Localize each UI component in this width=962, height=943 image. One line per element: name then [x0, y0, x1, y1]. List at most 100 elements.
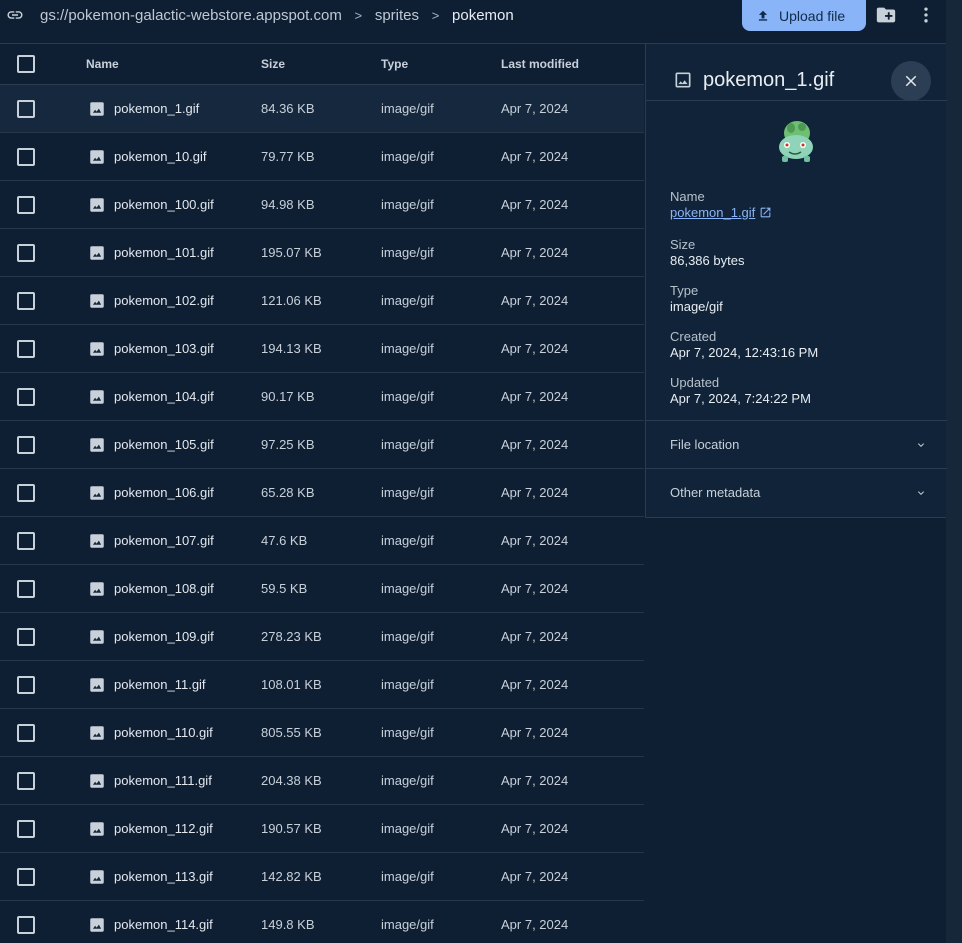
table-row[interactable]: pokemon_108.gif 59.5 KB image/gif Apr 7, 20…	[0, 565, 644, 613]
file-name-cell[interactable]: pokemon_11.gif	[88, 676, 206, 694]
breadcrumb-folder[interactable]: sprites	[375, 7, 419, 24]
row-checkbox[interactable]	[17, 99, 35, 118]
row-checkbox[interactable]	[17, 915, 35, 934]
file-size: 194.13 KB	[261, 341, 322, 356]
file-name-link[interactable]: pokemon_1.gif	[670, 205, 772, 220]
breadcrumb-bucket[interactable]: gs://pokemon-galactic-webstore.appspot.c…	[40, 7, 342, 24]
table-row[interactable]: pokemon_103.gif 194.13 KB image/gif Apr 7, …	[0, 325, 644, 373]
row-checkbox[interactable]	[17, 867, 35, 886]
breadcrumb-current: pokemon	[452, 6, 514, 24]
image-icon	[675, 72, 691, 88]
image-file-icon	[90, 725, 104, 740]
table-row[interactable]: pokemon_11.gif 108.01 KB image/gif Apr 7, 2…	[0, 661, 644, 709]
other-metadata-section[interactable]: Other metadata	[646, 468, 947, 516]
table-row[interactable]: pokemon_105.gif 97.25 KB image/gif Apr 7, 2…	[0, 421, 644, 469]
file-name-cell[interactable]: pokemon_102.gif	[88, 292, 214, 310]
upload-file-button[interactable]: Upload file	[742, 0, 866, 31]
file-name-cell[interactable]: pokemon_10.gif	[88, 148, 207, 166]
image-file-icon	[90, 245, 104, 260]
file-size: 65.28 KB	[261, 485, 315, 500]
details-title: pokemon_1.gif	[703, 69, 835, 91]
select-all-checkbox[interactable]	[17, 55, 35, 73]
row-checkbox[interactable]	[17, 819, 35, 838]
file-name-cell[interactable]: pokemon_109.gif	[88, 628, 214, 646]
header-name[interactable]: Name	[86, 57, 119, 71]
image-file-icon	[90, 677, 104, 692]
row-checkbox[interactable]	[17, 723, 35, 742]
file-name-cell[interactable]: pokemon_106.gif	[88, 484, 214, 502]
row-checkbox[interactable]	[17, 483, 35, 502]
file-name-cell[interactable]: pokemon_114.gif	[88, 916, 213, 934]
table-row[interactable]: pokemon_109.gif 278.23 KB image/gif Apr 7, …	[0, 613, 644, 661]
scrollbar-track[interactable]	[946, 0, 962, 943]
row-checkbox[interactable]	[17, 435, 35, 454]
file-name: pokemon_100.gif	[114, 197, 214, 212]
row-checkbox[interactable]	[17, 339, 35, 358]
table-row[interactable]: pokemon_111.gif 204.38 KB image/gif Apr 7, …	[0, 757, 644, 805]
link-icon[interactable]	[4, 6, 26, 24]
meta-created-label: Created	[670, 329, 717, 344]
row-checkbox[interactable]	[17, 195, 35, 214]
image-file-icon	[90, 581, 104, 596]
file-name-cell[interactable]: pokemon_1.gif	[88, 100, 199, 118]
header-last-modified[interactable]: Last modified	[501, 57, 579, 71]
file-name: pokemon_104.gif	[114, 389, 214, 404]
file-type: image/gif	[381, 149, 434, 164]
table-row[interactable]: pokemon_102.gif 121.06 KB image/gif Apr 7, …	[0, 277, 644, 325]
table-row[interactable]: pokemon_101.gif 195.07 KB image/gif Apr 7, …	[0, 229, 644, 277]
file-name: pokemon_108.gif	[114, 581, 214, 596]
file-name-cell[interactable]: pokemon_108.gif	[88, 580, 214, 598]
close-icon	[905, 75, 917, 87]
file-name-cell[interactable]: pokemon_101.gif	[88, 244, 214, 262]
row-checkbox[interactable]	[17, 771, 35, 790]
row-checkbox[interactable]	[17, 675, 35, 694]
file-name-cell[interactable]: pokemon_112.gif	[88, 820, 213, 838]
table-row[interactable]: pokemon_100.gif 94.98 KB image/gif Apr 7, 2…	[0, 181, 644, 229]
file-name-cell[interactable]: pokemon_103.gif	[88, 340, 214, 358]
meta-type-label: Type	[670, 283, 699, 298]
storage-browser: gs://pokemon-galactic-webstore.appspot.c…	[0, 0, 962, 943]
meta-name: Name pokemon_1.gif	[670, 189, 772, 220]
file-last-modified: Apr 7, 2024	[501, 437, 569, 452]
file-name-cell[interactable]: pokemon_107.gif	[88, 532, 214, 550]
table-row[interactable]: pokemon_113.gif 142.82 KB image/gif Apr 7, …	[0, 853, 644, 901]
file-name: pokemon_112.gif	[114, 821, 213, 836]
row-checkbox[interactable]	[17, 291, 35, 310]
new-folder-icon[interactable]	[874, 4, 898, 26]
table-row[interactable]: pokemon_112.gif 190.57 KB image/gif Apr 7, …	[0, 805, 644, 853]
table-row[interactable]: pokemon_107.gif 47.6 KB image/gif Apr 7, 20…	[0, 517, 644, 565]
table-row[interactable]: pokemon_106.gif 65.28 KB image/gif Apr 7, 2…	[0, 469, 644, 517]
file-last-modified: Apr 7, 2024	[501, 869, 569, 884]
file-size: 278.23 KB	[261, 629, 322, 644]
row-checkbox[interactable]	[17, 627, 35, 646]
row-checkbox[interactable]	[17, 147, 35, 166]
file-name-cell[interactable]: pokemon_110.gif	[88, 724, 213, 742]
file-location-section[interactable]: File location	[646, 420, 947, 468]
table-row[interactable]: pokemon_110.gif 805.55 KB image/gif Apr 7, …	[0, 709, 644, 757]
header-type[interactable]: Type	[381, 57, 408, 71]
file-name: pokemon_111.gif	[114, 773, 212, 788]
image-file-icon	[90, 821, 104, 836]
table-row[interactable]: pokemon_1.gif 84.36 KB image/gif Apr 7, 202…	[0, 85, 644, 133]
file-name-cell[interactable]: pokemon_100.gif	[88, 196, 214, 214]
table-row[interactable]: pokemon_10.gif 79.77 KB image/gif Apr 7, 20…	[0, 133, 644, 181]
file-name-cell[interactable]: pokemon_111.gif	[88, 772, 212, 790]
file-type: image/gif	[381, 101, 434, 116]
file-name-cell[interactable]: pokemon_113.gif	[88, 868, 213, 886]
table-row[interactable]: pokemon_114.gif 149.8 KB image/gif Apr 7, 2…	[0, 901, 644, 943]
file-size: 108.01 KB	[261, 677, 322, 692]
file-type: image/gif	[381, 293, 434, 308]
more-vert-icon[interactable]	[916, 4, 936, 26]
row-checkbox[interactable]	[17, 387, 35, 406]
image-file-icon	[90, 101, 104, 116]
row-checkbox[interactable]	[17, 579, 35, 598]
file-name-cell[interactable]: pokemon_104.gif	[88, 388, 214, 406]
close-button[interactable]	[891, 61, 931, 101]
file-name-cell[interactable]: pokemon_105.gif	[88, 436, 214, 454]
row-checkbox[interactable]	[17, 243, 35, 262]
table-row[interactable]: pokemon_104.gif 90.17 KB image/gif Apr 7, 2…	[0, 373, 644, 421]
file-size: 195.07 KB	[261, 245, 322, 260]
header-size[interactable]: Size	[261, 57, 285, 71]
file-last-modified: Apr 7, 2024	[501, 629, 569, 644]
row-checkbox[interactable]	[17, 531, 35, 550]
